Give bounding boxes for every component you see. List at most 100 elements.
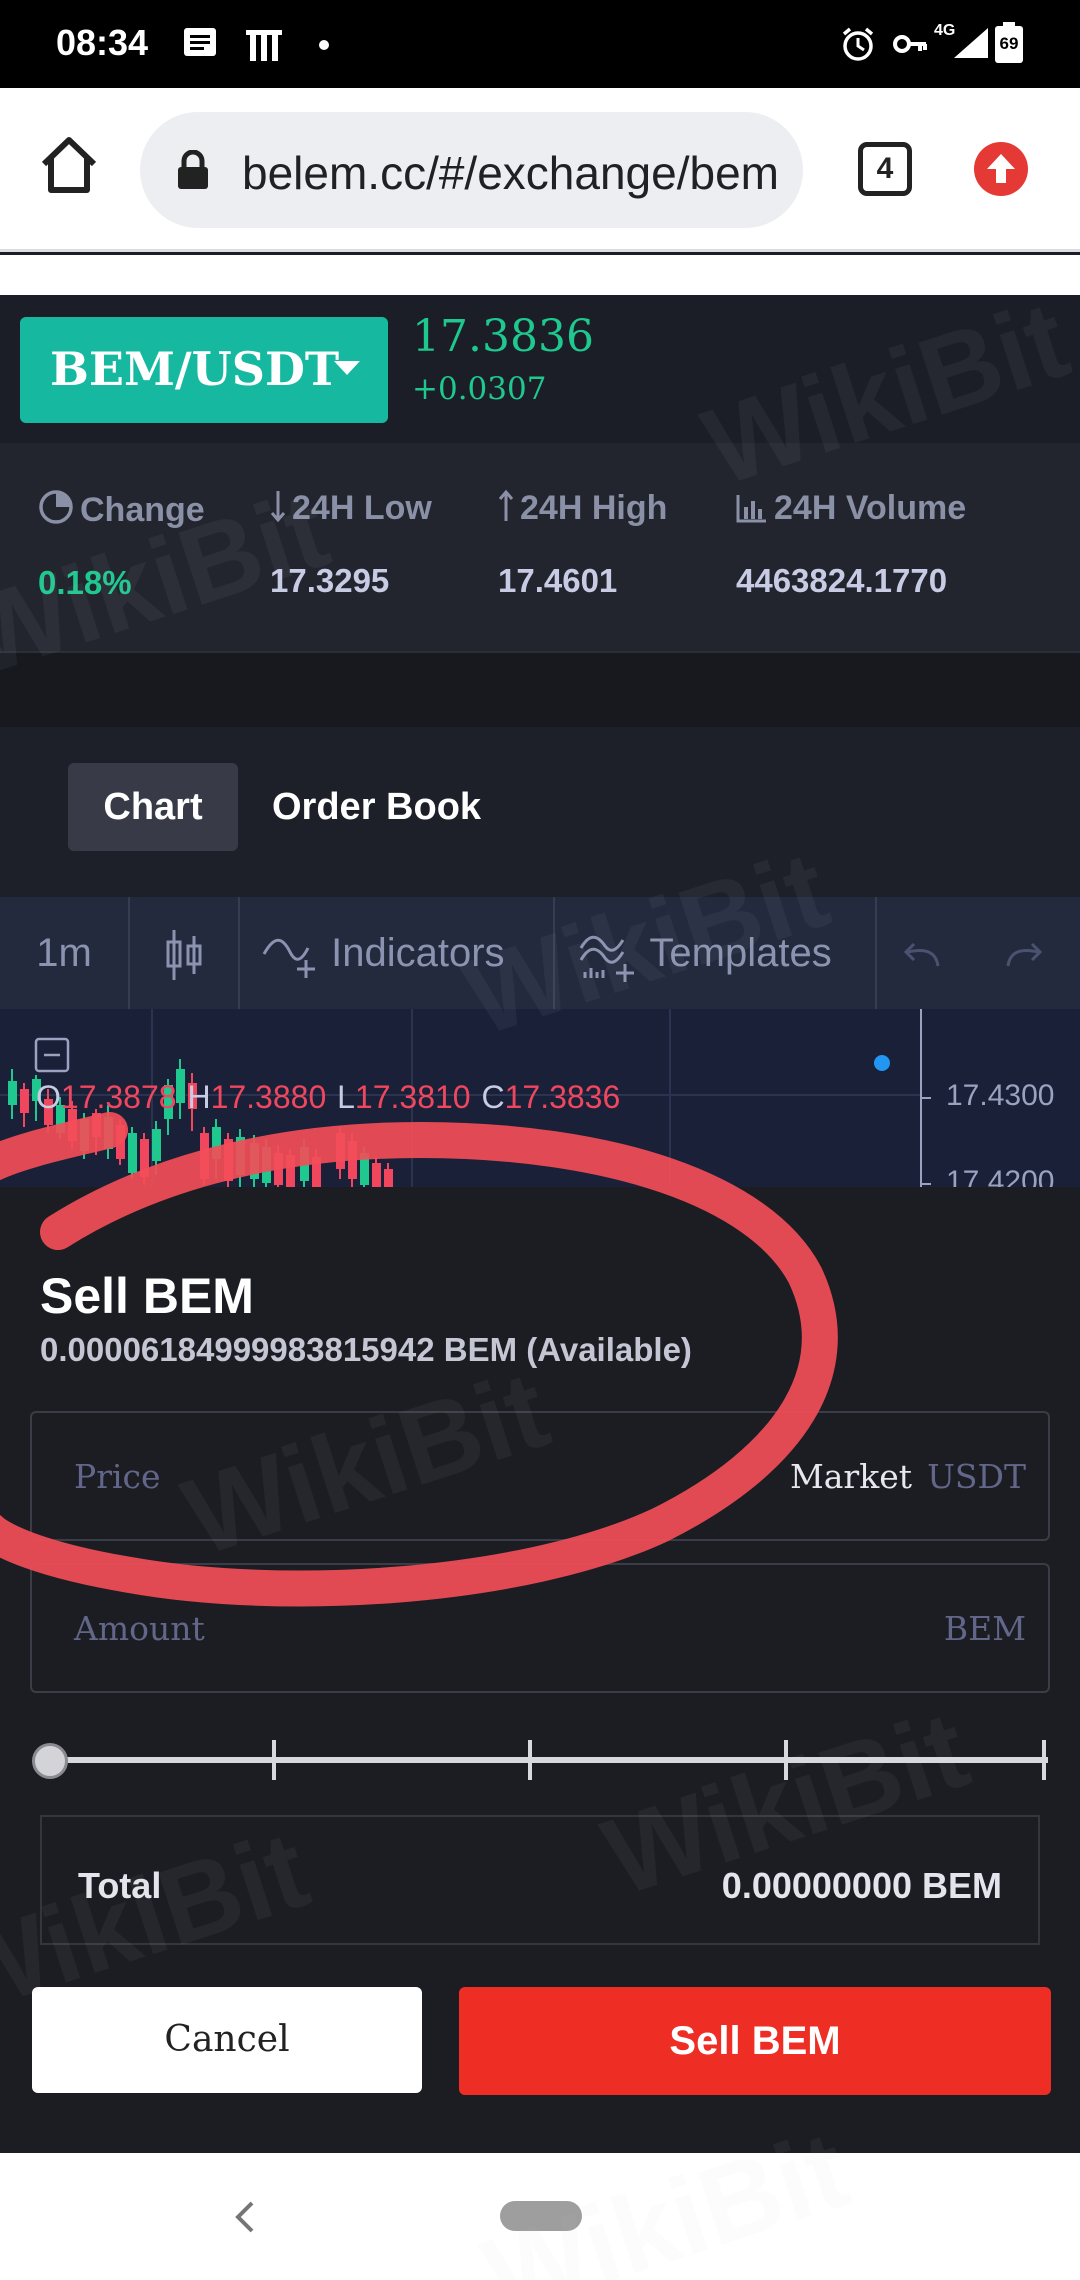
templates-icon xyxy=(579,936,634,983)
price-tick-label: 17.4300 xyxy=(946,1079,1055,1112)
candle-body xyxy=(336,1133,345,1169)
candle-body xyxy=(236,1137,245,1175)
candle-body xyxy=(312,1157,321,1187)
candle-body xyxy=(8,1081,17,1105)
arrow-up-icon xyxy=(498,489,514,521)
price-placeholder: Price xyxy=(74,1457,161,1496)
cancel-button[interactable]: Cancel xyxy=(32,1987,422,2093)
candle-body xyxy=(348,1141,357,1179)
ohlc-high-label: H xyxy=(187,1079,211,1115)
status-time: 08:34 xyxy=(56,22,149,63)
more-notifications-dot-icon xyxy=(318,38,330,56)
update-icon[interactable] xyxy=(974,142,1028,196)
ohlc-close-label: C xyxy=(481,1079,505,1115)
undo-icon xyxy=(903,943,940,967)
sell-button[interactable]: Sell BEM xyxy=(459,1987,1051,2095)
tab-order-book[interactable]: Order Book xyxy=(272,763,481,851)
undo-button[interactable] xyxy=(877,897,967,1009)
candle-body xyxy=(128,1133,137,1173)
price-unit: USDT xyxy=(927,1457,1026,1496)
stat-change-value: 0.18% xyxy=(38,564,132,601)
stat-low: 24H Low 17.3295 xyxy=(270,489,432,600)
stat-low-value: 17.3295 xyxy=(270,562,390,599)
candle-body xyxy=(360,1153,369,1185)
lock-icon xyxy=(176,149,210,190)
stat-high-value: 17.4601 xyxy=(498,562,618,599)
candle-body xyxy=(200,1133,209,1179)
view-tabs: Chart Order Book xyxy=(0,727,1080,897)
home-gesture-pill[interactable] xyxy=(500,2201,582,2231)
candle-body xyxy=(80,1119,89,1151)
page-top-strip xyxy=(0,255,1080,295)
total-label: Total xyxy=(78,1865,162,1906)
battery-level: 69 xyxy=(999,34,1019,53)
stat-volume-label: 24H Volume xyxy=(774,489,967,527)
url-text: belem.cc/#/exchange/bem xyxy=(242,147,779,199)
indicators-button[interactable]: Indicators xyxy=(240,897,555,1009)
candle-body xyxy=(286,1155,295,1187)
candle-body xyxy=(384,1169,393,1187)
tab-chart[interactable]: Chart xyxy=(68,763,238,851)
slider-tick-50[interactable] xyxy=(528,1740,532,1780)
home-icon[interactable] xyxy=(38,134,100,196)
redo-button[interactable] xyxy=(967,897,1080,1009)
candle-body xyxy=(224,1139,233,1181)
ohlc-open: 17.3878 xyxy=(60,1079,177,1115)
back-icon[interactable] xyxy=(230,2197,260,2242)
templates-label: Templates xyxy=(649,931,832,975)
tab-switcher-button[interactable]: 4 xyxy=(858,142,912,196)
browser-toolbar: belem.cc/#/exchange/bem 4 xyxy=(0,88,1080,252)
system-nav-bar xyxy=(0,2153,1080,2280)
slider-tick-75[interactable] xyxy=(784,1740,788,1780)
candle-body xyxy=(372,1163,381,1187)
sell-panel: Sell BEM 0.00006184999983815942 BEM (Ava… xyxy=(0,1187,1080,2153)
pair-selector-button[interactable]: BEM/USDT xyxy=(20,317,388,423)
templates-button[interactable]: Templates xyxy=(555,897,877,1009)
vpn-key-icon xyxy=(892,26,928,67)
sell-title: Sell BEM xyxy=(40,1268,254,1324)
market-mode-label: Market xyxy=(789,1457,912,1496)
live-indicator-dot xyxy=(874,1055,890,1071)
ohlc-open-label: O xyxy=(36,1079,61,1115)
candle-body xyxy=(152,1129,161,1161)
app-notification-icon xyxy=(244,26,284,69)
price-change: +0.0307 xyxy=(412,371,547,407)
stat-change: Change 0.18% xyxy=(38,489,205,602)
signal-icon xyxy=(952,26,990,65)
pair-label: BEM/USDT xyxy=(50,342,340,396)
stat-low-label: 24H Low xyxy=(292,489,432,527)
ohlc-legend: O17.3878 H17.3880 L17.3810 C17.3836 xyxy=(36,1079,620,1116)
indicators-icon xyxy=(262,939,315,979)
candle-body xyxy=(92,1113,101,1137)
slider-handle[interactable] xyxy=(32,1743,68,1779)
alarm-icon xyxy=(840,26,876,67)
total-box: Total 0.00000000 BEM xyxy=(40,1815,1040,1945)
slider-tick-100[interactable] xyxy=(1042,1740,1046,1780)
clock-icon xyxy=(39,490,73,524)
bar-chart-icon xyxy=(736,495,766,523)
candle-body xyxy=(250,1143,259,1179)
market-stats: Change 0.18% 24H Low 17.3295 24H High 17… xyxy=(0,443,1080,653)
candle-type-button[interactable] xyxy=(130,897,240,1009)
interval-button[interactable]: 1m xyxy=(0,897,130,1009)
candlestick-icon xyxy=(166,930,202,981)
ohlc-close: 17.3836 xyxy=(504,1079,621,1115)
amount-field[interactable]: Amount BEM xyxy=(30,1563,1050,1693)
candle-body xyxy=(116,1125,125,1159)
ohlc-low-label: L xyxy=(337,1079,355,1115)
candle-body xyxy=(274,1153,283,1185)
price-field[interactable]: Price Market USDT xyxy=(30,1411,1050,1541)
stat-high-label: 24H High xyxy=(520,489,668,527)
redo-icon xyxy=(1006,943,1042,967)
address-bar[interactable]: belem.cc/#/exchange/bem xyxy=(140,112,803,228)
last-price: 17.3836 xyxy=(412,311,594,362)
battery-icon: 69 xyxy=(994,22,1024,69)
slider-tick-25[interactable] xyxy=(272,1740,276,1780)
amount-slider[interactable] xyxy=(32,1740,1048,1780)
amount-unit: BEM xyxy=(943,1609,1026,1648)
price-chart[interactable]: O17.3878 H17.3880 L17.3810 C17.3836 17.4… xyxy=(0,1009,1080,1187)
message-notification-icon xyxy=(182,26,218,65)
total-value: 0.00000000 BEM xyxy=(721,1865,1002,1906)
ticker-header: BEM/USDT 17.3836 +0.0307 xyxy=(0,295,1080,443)
stat-volume: 24H Volume 4463824.1770 xyxy=(736,489,966,600)
